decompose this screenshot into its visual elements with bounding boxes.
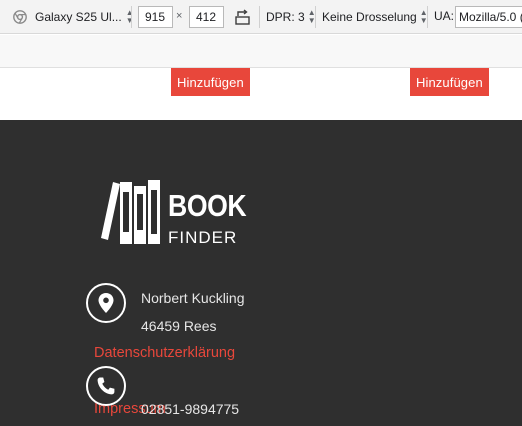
device-toolbar: Galaxy S25 Ul... ▲ ▼ 915 × 412 DPR: 3 ▲ ▼ … bbox=[0, 0, 522, 34]
user-agent-input[interactable]: Mozilla/5.0 ( bbox=[455, 6, 522, 28]
device-select-value: Galaxy S25 Ul... bbox=[35, 10, 122, 24]
add-button[interactable]: Hinzufügen bbox=[171, 68, 250, 96]
times-separator: × bbox=[176, 10, 183, 22]
contact-city: 46459 Rees bbox=[141, 318, 217, 334]
toolbar-divider bbox=[427, 6, 428, 28]
ua-label: UA: bbox=[434, 9, 455, 23]
dpr-select-value: DPR: 3 bbox=[266, 10, 305, 24]
chevron-updown-icon: ▲ ▼ bbox=[125, 8, 134, 25]
logo-text-finder: FINDER bbox=[168, 228, 238, 247]
height-input[interactable]: 412 bbox=[189, 6, 224, 28]
logo-text-book: BOOK bbox=[168, 188, 247, 223]
toolbar-divider bbox=[315, 6, 316, 28]
add-button[interactable]: Hinzufügen bbox=[410, 68, 489, 96]
privacy-link[interactable]: Datenschutzerklärung bbox=[94, 345, 235, 361]
rotate-icon[interactable] bbox=[233, 8, 251, 26]
device-select[interactable]: Galaxy S25 Ul... ▲ ▼ bbox=[35, 9, 134, 25]
toolbar-divider bbox=[131, 6, 132, 28]
site-footer bbox=[0, 120, 522, 426]
phone-icon bbox=[86, 366, 126, 406]
throttling-select[interactable]: Keine Drosselung ▲ ▼ bbox=[322, 9, 428, 25]
toolbar-divider bbox=[259, 6, 260, 28]
width-input[interactable]: 915 bbox=[138, 6, 173, 28]
device-ruler-area bbox=[0, 35, 522, 68]
contact-phone: 02851-9894775 bbox=[141, 401, 240, 417]
contact-name: Norbert Kuckling bbox=[141, 290, 245, 306]
location-pin-icon bbox=[86, 283, 126, 323]
chrome-icon bbox=[13, 10, 27, 24]
dpr-select[interactable]: DPR: 3 ▲ ▼ bbox=[266, 9, 316, 25]
throttling-select-value: Keine Drosselung bbox=[322, 10, 417, 24]
